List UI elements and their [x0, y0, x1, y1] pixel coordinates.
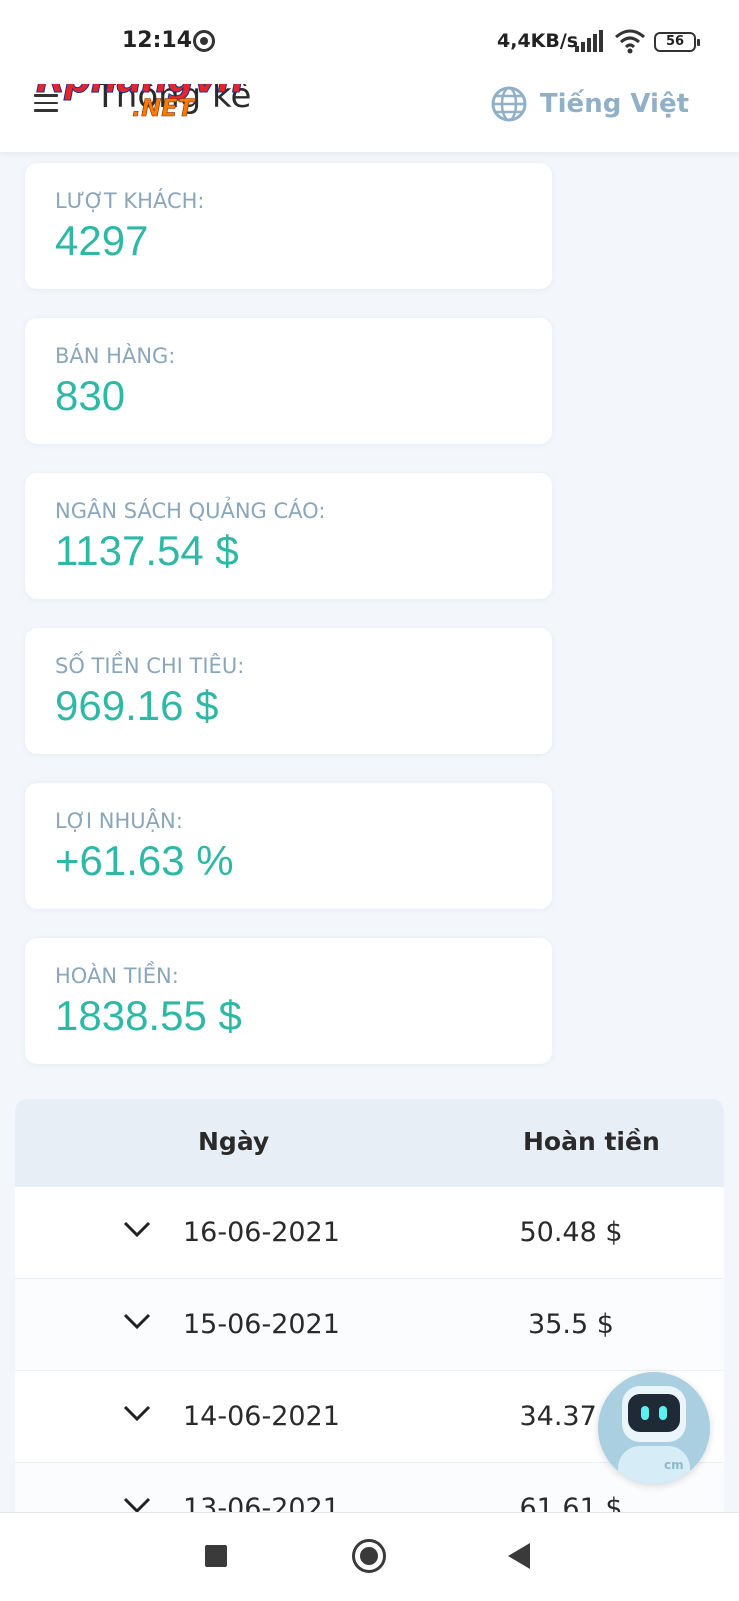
row-date: 16-06-2021 — [183, 1217, 340, 1248]
recent-apps-icon[interactable] — [205, 1545, 227, 1567]
watermark-sub-text: .NET — [132, 94, 195, 122]
stat-label: HOÀN TIỀN: — [55, 964, 179, 988]
back-icon[interactable] — [508, 1543, 530, 1569]
app-header: Thống kê Rphangvn .NET Tiếng Việt — [0, 60, 739, 152]
stat-card-ad-budget: NGÂN SÁCH QUẢNG CÁO: 1137.54 $ — [25, 473, 552, 599]
stat-card-profit: LỢI NHUẬN: +61.63 % — [25, 783, 552, 909]
chevron-down-icon[interactable] — [122, 1217, 152, 1241]
table-row[interactable]: 15-06-2021 35.5 $ — [15, 1279, 724, 1371]
column-header-date: Ngày — [198, 1127, 270, 1156]
stat-label: SỐ TIỀN CHI TIÊU: — [55, 654, 245, 678]
chat-bot-button[interactable]: cm — [598, 1372, 710, 1484]
main-content: LƯỢT KHÁCH: 4297 BÁN HÀNG: 830 NGÂN SÁCH… — [0, 152, 739, 1512]
language-selector[interactable]: Tiếng Việt — [490, 84, 689, 124]
stat-card-spent: SỐ TIỀN CHI TIÊU: 969.16 $ — [25, 628, 552, 754]
stat-label: NGÂN SÁCH QUẢNG CÁO: — [55, 499, 326, 523]
robot-icon — [622, 1386, 686, 1442]
row-refund: 50.48 $ — [519, 1217, 623, 1248]
chevron-down-icon[interactable] — [122, 1493, 152, 1512]
globe-icon — [491, 86, 527, 122]
stat-value: 4297 — [55, 217, 149, 264]
stat-value: 1838.55 $ — [55, 992, 242, 1039]
stat-card-visitors: LƯỢT KHÁCH: 4297 — [25, 163, 552, 289]
battery-icon: 56 — [654, 32, 700, 52]
table-header: Ngày Hoàn tiền — [15, 1099, 724, 1187]
column-header-refund: Hoàn tiền — [523, 1127, 660, 1156]
settings-status-icon — [193, 30, 215, 52]
row-refund: 35.5 $ — [528, 1309, 614, 1340]
stat-card-sales: BÁN HÀNG: 830 — [25, 318, 552, 444]
status-bar: 12:14 4,4KB/s 56 — [0, 0, 739, 84]
row-date: 14-06-2021 — [183, 1401, 340, 1432]
system-nav-bar — [0, 1512, 739, 1601]
language-label: Tiếng Việt — [539, 89, 689, 119]
chevron-down-icon[interactable] — [122, 1309, 152, 1333]
stat-label: LƯỢT KHÁCH: — [55, 189, 205, 213]
row-date: 15-06-2021 — [183, 1309, 340, 1340]
row-refund: 61.61 $ — [519, 1493, 623, 1512]
bot-logo-text: cm — [664, 1458, 684, 1472]
network-speed: 4,4KB/s — [497, 30, 579, 52]
home-icon[interactable] — [352, 1539, 386, 1573]
wifi-icon — [615, 29, 645, 54]
signal-icon — [575, 30, 603, 52]
status-time: 12:14 — [122, 28, 193, 53]
stat-value: +61.63 % — [55, 837, 234, 884]
stat-label: LỢI NHUẬN: — [55, 809, 183, 833]
row-date: 13-06-2021 — [183, 1493, 340, 1512]
chevron-down-icon[interactable] — [122, 1401, 152, 1425]
stat-label: BÁN HÀNG: — [55, 344, 176, 368]
stat-card-refund: HOÀN TIỀN: 1838.55 $ — [25, 938, 552, 1064]
stat-value: 830 — [55, 372, 126, 419]
table-row[interactable]: 16-06-2021 50.48 $ — [15, 1187, 724, 1279]
stat-value: 1137.54 $ — [55, 527, 239, 574]
stat-value: 969.16 $ — [55, 682, 219, 729]
